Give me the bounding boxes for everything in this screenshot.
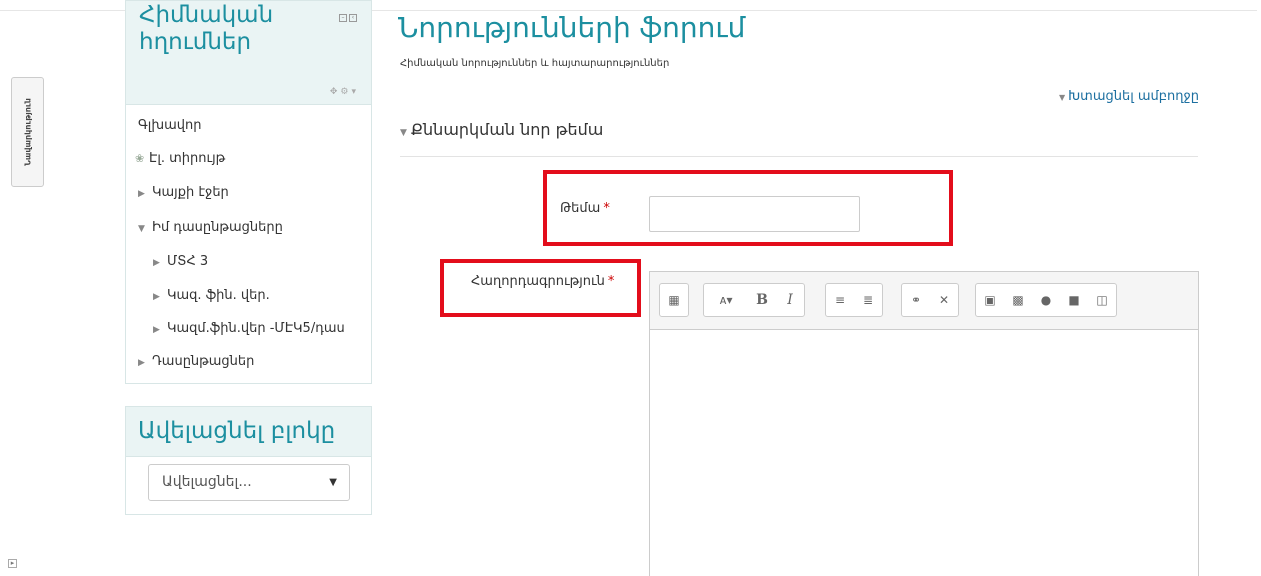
nav-item-dashboard[interactable]: ❀ Էլ. տիրույթ xyxy=(135,151,225,166)
toolbar-group: ⚭ ✕ xyxy=(901,283,959,317)
add-block-select[interactable]: Ավելացնել... ▼ xyxy=(148,464,350,501)
nav-item-label: Դասընթացներ xyxy=(152,354,255,369)
unlink-icon[interactable]: ✕ xyxy=(930,284,958,316)
legend-label: Քննարկման նոր թեմա xyxy=(410,120,604,139)
fieldset-legend[interactable]: ▼ Քննարկման նոր թեմա xyxy=(400,120,603,139)
microphone-icon[interactable]: ● xyxy=(1032,284,1060,316)
highlight-box-message xyxy=(440,259,641,317)
unordered-list-icon[interactable]: ≡ xyxy=(826,284,854,316)
nav-item-label: Էլ. տիրույթ xyxy=(149,151,226,166)
dock-navigation-tab[interactable]: Նավարկություն xyxy=(11,77,44,187)
media-icon[interactable]: ▩ xyxy=(1004,284,1032,316)
chevron-right-icon: ▶ xyxy=(153,258,160,268)
nav-item-course[interactable]: ▶ Կազ. ֆին. վեր. xyxy=(153,288,270,303)
nav-item-site-pages[interactable]: ▶ Կայքի էջեր xyxy=(138,185,229,200)
chevron-right-icon: ▶ xyxy=(153,292,160,302)
toolbar-group: ▦ xyxy=(659,283,689,317)
navigation-block-header: Հիմնական հղումներ – ‹ ✥⚙▾ xyxy=(126,1,371,105)
page-title: Նորությունների ֆորում xyxy=(398,11,746,44)
chevron-down-icon: ▼ xyxy=(138,224,145,234)
dropdown-caret-icon: ▼ xyxy=(329,477,337,488)
dock-tab-label: Նավարկություն xyxy=(23,98,32,166)
forum-description: Հիմնական նորություններ և հայտարարություն… xyxy=(400,58,670,69)
gear-icon[interactable]: ⚙▾ xyxy=(340,87,359,97)
chevron-right-icon: ▶ xyxy=(138,358,145,368)
editor-toolbar: ▦ ᴀ▾ B I ≡ ≣ ⚭ ✕ ▣ ▩ ● ■ ◫ xyxy=(650,272,1198,330)
nav-item-label: ՄՏՀ 3 xyxy=(167,254,209,269)
chevron-right-icon: ▶ xyxy=(153,325,160,335)
dock-toggle-icon[interactable]: ▸ xyxy=(8,559,17,568)
dock-block-icon[interactable]: ‹ xyxy=(349,14,357,22)
nav-item-my-courses[interactable]: ▼ Իմ դասընթացները xyxy=(138,220,283,235)
toolbar-group: ▣ ▩ ● ■ ◫ xyxy=(975,283,1117,317)
collapse-block-icon[interactable]: – xyxy=(339,14,347,22)
add-block-select-value: Ավելացնել... xyxy=(162,474,252,490)
collapse-all-label: Խտացնել ամբողջը xyxy=(1068,89,1199,104)
nav-item-label: Կազ. ֆին. վեր. xyxy=(167,288,270,303)
manage-files-icon[interactable]: ◫ xyxy=(1088,284,1116,316)
video-icon[interactable]: ■ xyxy=(1060,284,1088,316)
nav-item-label: Կայքի էջեր xyxy=(152,185,229,200)
navigation-block: Հիմնական հղումներ – ‹ ✥⚙▾ Գլխավոր ❀ Էլ. տ… xyxy=(125,0,372,384)
font-style-icon[interactable]: ᴀ▾ xyxy=(704,284,748,316)
dashboard-icon: ❀ xyxy=(135,152,145,165)
bold-icon[interactable]: B xyxy=(748,284,776,316)
nav-item-home[interactable]: Գլխավոր xyxy=(138,118,201,133)
add-block-title: Ավելացնել բլոկը xyxy=(126,407,371,457)
block-actions: ✥⚙▾ xyxy=(330,87,359,97)
highlight-box-subject xyxy=(543,170,953,246)
nav-item-label: Իմ դասընթացները xyxy=(152,220,283,235)
collapse-arrow-icon: ▼ xyxy=(1059,93,1066,102)
block-controls: – ‹ xyxy=(339,14,357,22)
italic-icon[interactable]: I xyxy=(776,284,804,316)
nav-item-course[interactable]: ▶ ՄՏՀ 3 xyxy=(153,254,208,269)
toolbar-toggle-icon[interactable]: ▦ xyxy=(660,284,688,316)
message-editor[interactable]: ▦ ᴀ▾ B I ≡ ≣ ⚭ ✕ ▣ ▩ ● ■ ◫ xyxy=(649,271,1199,576)
toolbar-group: ᴀ▾ B I xyxy=(703,283,805,317)
chevron-down-icon: ▼ xyxy=(400,128,407,138)
image-icon[interactable]: ▣ xyxy=(976,284,1004,316)
chevron-right-icon: ▶ xyxy=(138,189,145,199)
nav-item-label: Գլխավոր xyxy=(138,118,202,133)
move-icon[interactable]: ✥ xyxy=(330,87,341,97)
nav-item-courses[interactable]: ▶ Դասընթացներ xyxy=(138,354,254,369)
legend-divider xyxy=(400,156,1198,157)
nav-item-course[interactable]: ▶ Կազմ.ֆին.վեր -ՄԷԿ5/դաս xyxy=(153,321,345,336)
ordered-list-icon[interactable]: ≣ xyxy=(854,284,882,316)
toolbar-group: ≡ ≣ xyxy=(825,283,883,317)
navigation-block-title: Հիմնական հղումներ xyxy=(139,2,274,55)
collapse-all-link[interactable]: ▼ Խտացնել ամբողջը xyxy=(1059,89,1199,104)
nav-item-label: Կազմ.ֆին.վեր -ՄԷԿ5/դաս xyxy=(167,321,345,336)
add-block: Ավելացնել բլոկը Ավելացնել... ▼ xyxy=(125,406,372,515)
link-icon[interactable]: ⚭ xyxy=(902,284,930,316)
